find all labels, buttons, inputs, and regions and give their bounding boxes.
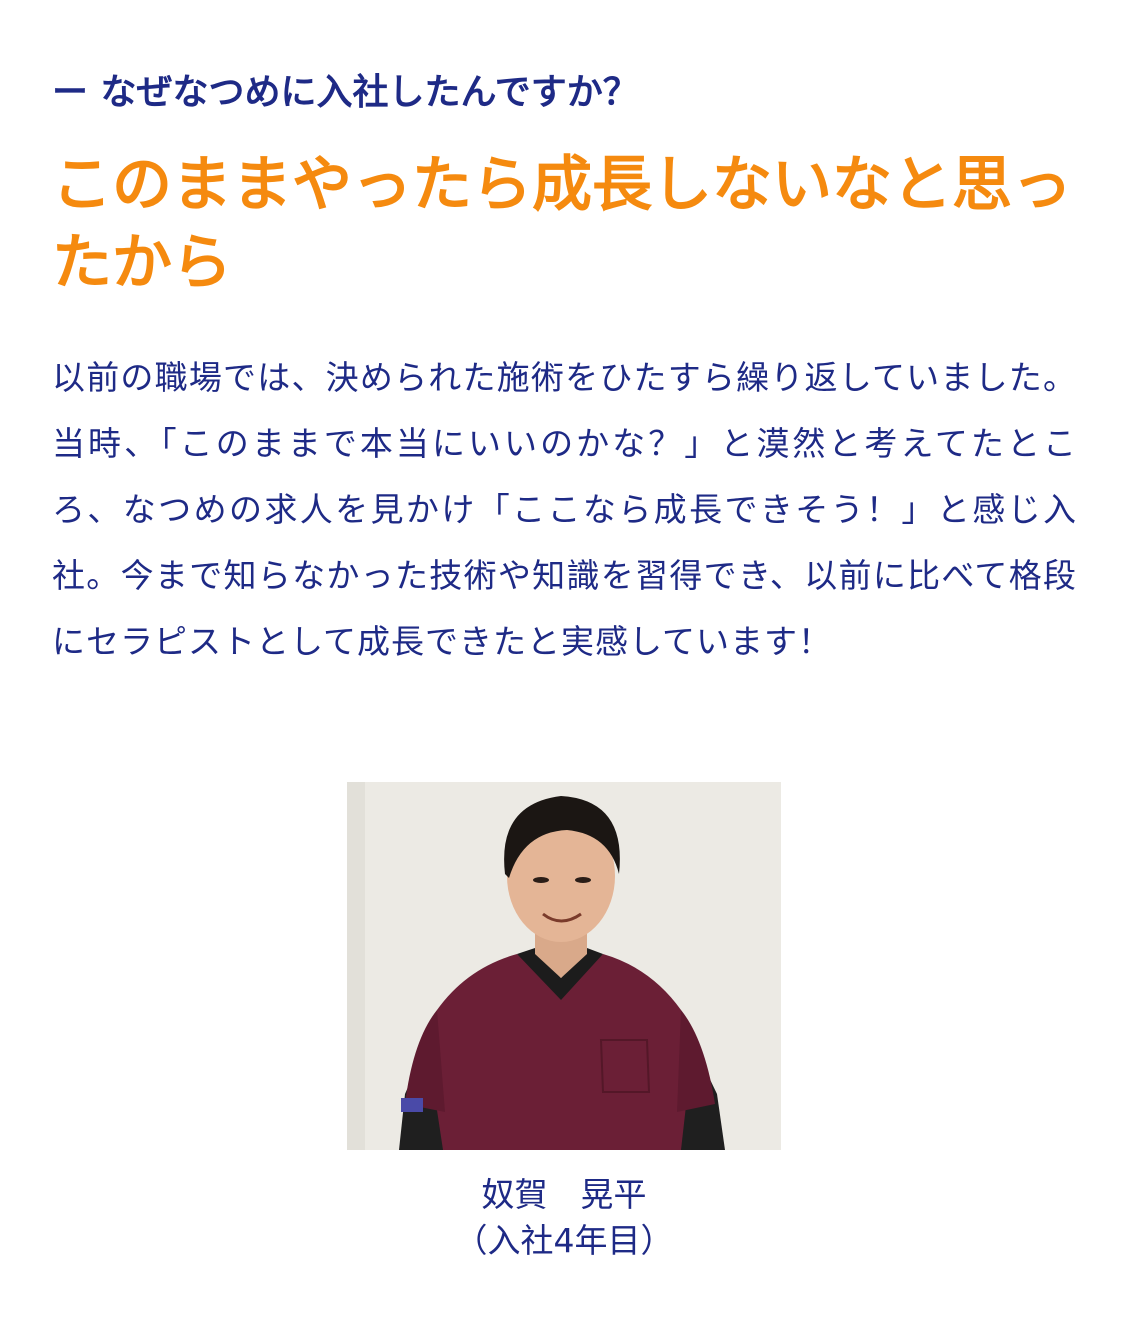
staff-caption: 奴賀 晃平 （入社4年目）	[347, 1172, 781, 1264]
interview-headline: このままやったら成長しないなと思ったから	[52, 150, 1072, 298]
interview-body: 以前の職場では、決められた施術をひたすら繰り返していました。当時、「このままで本…	[52, 358, 1077, 661]
staff-tenure: （入社4年目）	[454, 1221, 674, 1260]
interview-question: ー なぜなつめに入社したんですか？	[52, 72, 639, 113]
staff-photo	[347, 782, 781, 1150]
staff-name: 奴賀 晃平	[481, 1175, 647, 1214]
